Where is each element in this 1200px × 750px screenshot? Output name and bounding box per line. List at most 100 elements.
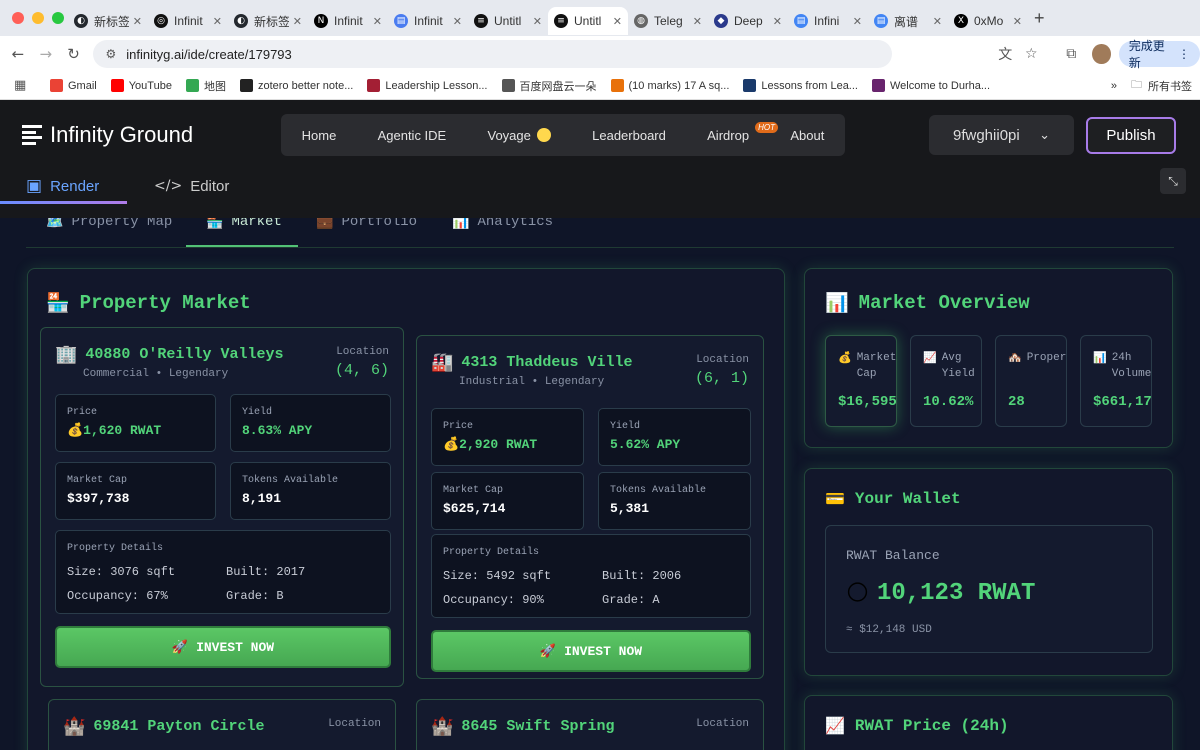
nav-agentic-ide[interactable]: Agentic IDE <box>378 128 447 143</box>
close-tab-icon[interactable]: ✕ <box>533 15 542 28</box>
market-cap-stat: Market Cap $397,738 <box>55 462 216 520</box>
invest-now-button[interactable]: 🚀 INVEST NOW <box>55 626 391 668</box>
close-window-button[interactable] <box>12 12 24 24</box>
url-bar[interactable]: ⚙ infinityg.ai/ide/create/179793 <box>93 40 893 68</box>
back-icon[interactable]: ← <box>4 45 32 63</box>
close-tab-icon[interactable]: ✕ <box>693 15 702 28</box>
property-name: 4313 Thaddeus Ville <box>461 354 633 371</box>
close-tab-icon[interactable]: ✕ <box>453 15 462 28</box>
built-value: Built: 2006 <box>602 569 682 583</box>
maximize-window-button[interactable] <box>52 12 64 24</box>
site-info-icon[interactable]: ⚙ <box>105 47 116 61</box>
bookmark-star-icon[interactable]: ☆ <box>1018 46 1044 62</box>
browser-tab[interactable]: ▤ Infini ✕ <box>788 7 868 35</box>
bookmark-label: Leadership Lesson... <box>385 79 488 92</box>
overview-stat-label: Avg Yield <box>941 352 975 380</box>
app-root: Infinity Ground Home Agentic IDE Voyage … <box>0 100 1200 750</box>
nav-about[interactable]: About <box>790 128 824 143</box>
forward-icon[interactable]: → <box>32 45 60 63</box>
tab-editor[interactable]: </> Editor <box>154 166 229 206</box>
bookmark-item[interactable]: Welcome to Durha... <box>871 78 990 94</box>
reload-icon[interactable]: ↻ <box>60 45 88 63</box>
property-name: 40880 O'Reilly Valleys <box>85 346 284 363</box>
close-tab-icon[interactable]: ✕ <box>773 15 782 28</box>
store-icon: 🏪 <box>46 292 70 314</box>
details-label: Property Details <box>443 547 540 558</box>
tab-portfolio[interactable]: 💼 Portfolio <box>316 218 417 230</box>
nav-leaderboard[interactable]: Leaderboard <box>592 128 666 143</box>
brand-name: Infinity Ground <box>50 122 194 147</box>
tab-render[interactable]: ▣ Render <box>26 166 99 206</box>
bookmarks-more-icon[interactable]: » <box>1111 80 1117 92</box>
map-icon: 🗺️ <box>46 218 64 230</box>
overview-stat-label-row: 📊 24h Volume <box>1093 350 1151 382</box>
apps-grid-icon[interactable]: ▦ <box>14 78 36 93</box>
browser-tab[interactable]: ≡ Untitl ✕ <box>548 7 628 35</box>
tab-market[interactable]: 🏪 Market <box>206 218 282 230</box>
app-header: Infinity Ground Home Agentic IDE Voyage … <box>0 100 1200 166</box>
stat-icon: 📈 <box>923 351 937 364</box>
close-tab-icon[interactable]: ✕ <box>133 15 142 28</box>
nav-home[interactable]: Home <box>302 128 337 143</box>
bookmark-item[interactable]: Leadership Lesson... <box>367 78 488 94</box>
browser-tab[interactable]: ▤ 离谱 ✕ <box>868 7 948 35</box>
bookmark-favicon-icon <box>50 79 63 92</box>
update-button[interactable]: 完成更新 ⋮ <box>1118 39 1200 70</box>
account-dropdown[interactable]: 9fwghii0pi ⌄ <box>929 115 1074 155</box>
nav-voyage[interactable]: Voyage <box>488 127 551 143</box>
browser-tab[interactable]: ◎ Infinit ✕ <box>148 7 228 35</box>
stat-icon: 💰 <box>838 351 852 364</box>
brand-logo[interactable]: Infinity Ground <box>22 122 193 148</box>
invest-now-button[interactable]: 🚀 INVEST NOW <box>431 630 751 672</box>
tab-property-map[interactable]: 🗺️ Property Map <box>46 218 172 230</box>
yield-stat: Yield 5.62% APY <box>598 408 751 466</box>
close-tab-icon[interactable]: ✕ <box>1013 15 1022 28</box>
bookmark-item[interactable]: 地图 <box>185 78 226 94</box>
all-bookmarks-link[interactable]: 所有书签 <box>1148 78 1192 94</box>
close-tab-icon[interactable]: ✕ <box>373 15 382 28</box>
bookmark-item[interactable]: zotero better note... <box>239 78 353 94</box>
close-tab-icon[interactable]: ✕ <box>853 15 862 28</box>
browser-tab[interactable]: ◍ Teleg ✕ <box>628 7 708 35</box>
close-tab-icon[interactable]: ✕ <box>213 15 222 28</box>
browser-tab[interactable]: ◆ Deep ✕ <box>708 7 788 35</box>
browser-tab[interactable]: N Infinit ✕ <box>308 7 388 35</box>
close-tab-icon[interactable]: ✕ <box>293 15 302 28</box>
credit-card-icon: 💳 <box>825 489 845 508</box>
browser-tab[interactable]: ≡ Untitl ✕ <box>468 7 548 35</box>
bookmark-item[interactable]: Gmail <box>50 78 97 94</box>
extensions-icon[interactable]: ⧉ <box>1058 46 1084 62</box>
browser-tab[interactable]: ◐ 新标签 ✕ <box>228 7 308 35</box>
market-overview-title-text: Market Overview <box>858 291 1030 314</box>
bookmark-favicon-icon <box>110 79 124 92</box>
tab-analytics[interactable]: 📊 Analytics <box>452 218 553 230</box>
bookmark-item[interactable]: (10 marks) 17 A sq... <box>610 78 729 94</box>
location-value: (6, 1) <box>694 370 749 387</box>
profile-avatar[interactable] <box>1092 44 1111 64</box>
browser-tab-title: Teleg <box>654 14 683 28</box>
folder-icon: 🗀 <box>1131 78 1142 91</box>
browser-tab-title: Infinit <box>414 14 443 28</box>
close-tab-icon[interactable]: ✕ <box>613 15 622 28</box>
browser-tab[interactable]: ▤ Infinit ✕ <box>388 7 468 35</box>
market-cap-label: Market Cap <box>443 485 504 496</box>
collapse-icon[interactable]: ⤡ <box>1160 168 1186 194</box>
minimize-window-button[interactable] <box>32 12 44 24</box>
browser-tab-title: Untitl <box>574 14 602 28</box>
rwat-price-title-text: RWAT Price (24h) <box>854 716 1009 735</box>
bookmark-item[interactable]: 百度网盘云一朵 <box>501 78 597 94</box>
browser-tab[interactable]: X 0xMo ✕ <box>948 7 1028 35</box>
tab-portfolio-label: Portfolio <box>341 218 418 230</box>
property-card: 🏰 8645 Swift Spring Location <box>416 699 764 750</box>
location-label: Location <box>696 354 749 366</box>
bookmark-item[interactable]: YouTube <box>110 78 172 94</box>
publish-button[interactable]: Publish <box>1086 117 1176 154</box>
yield-value: 8.63% APY <box>242 423 313 438</box>
new-tab-button[interactable]: + <box>1034 8 1045 29</box>
chatgpt-icon: ◎ <box>154 14 168 28</box>
translate-icon[interactable]: 文 <box>992 44 1018 64</box>
nav-airdrop[interactable]: Airdrop HOT <box>707 121 779 143</box>
browser-tab[interactable]: ◐ 新标签 ✕ <box>68 7 148 35</box>
bookmark-item[interactable]: Lessons from Lea... <box>743 78 858 94</box>
close-tab-icon[interactable]: ✕ <box>933 15 942 28</box>
